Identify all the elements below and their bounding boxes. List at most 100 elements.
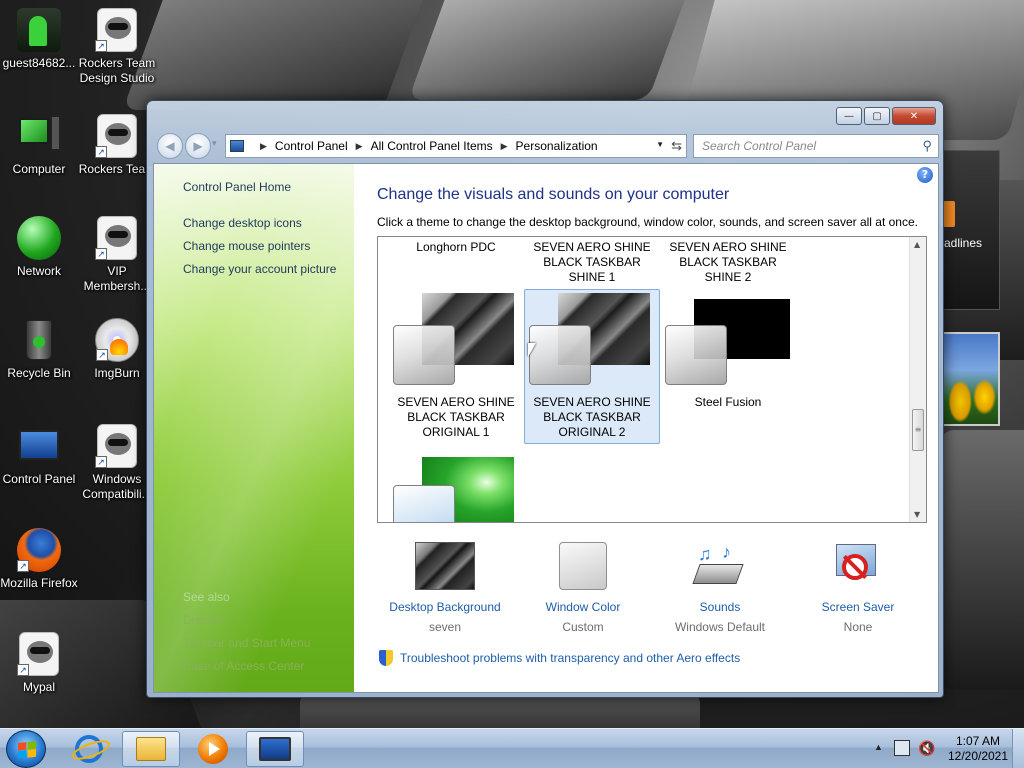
imgburn-disc-icon: ↗ bbox=[95, 318, 139, 362]
see-also-heading: See also bbox=[183, 590, 230, 604]
sounds-link[interactable]: Sounds bbox=[650, 600, 790, 614]
change-account-picture-link[interactable]: Change your account picture bbox=[183, 262, 336, 276]
desktop-icon-computer[interactable]: Computer bbox=[0, 114, 78, 177]
taskbar-start-menu-link[interactable]: Taskbar and Start Menu bbox=[183, 636, 310, 650]
gadget-label: adlines bbox=[944, 236, 983, 250]
notification-area: ▲ 🔇 1:07 AM 12/20/2021 bbox=[864, 729, 1024, 768]
recycle-bin-icon bbox=[17, 318, 61, 362]
shortcut-arrow-icon: ↗ bbox=[96, 349, 108, 361]
screen-saver-item[interactable]: Screen Saver None bbox=[788, 542, 928, 634]
theme-color-preview bbox=[393, 485, 455, 522]
screen-saver-link[interactable]: Screen Saver bbox=[788, 600, 928, 614]
breadcrumb-separator: ▶ bbox=[500, 140, 508, 151]
minimize-button[interactable]: — bbox=[836, 107, 862, 125]
address-dropdown-icon[interactable]: ▼ bbox=[656, 140, 664, 149]
raccoon-shortcut-icon: ↗ bbox=[95, 424, 139, 468]
shortcut-arrow-icon: ↗ bbox=[95, 40, 107, 52]
desktop-icon-windows-compat[interactable]: ↗ Windows Compatibili... bbox=[78, 424, 156, 502]
recent-pages-dropdown[interactable]: ▾ bbox=[212, 139, 217, 149]
theme-name[interactable]: SEVEN AERO SHINE BLACK TASKBAR SHINE 1 bbox=[524, 240, 660, 285]
display-link[interactable]: Display bbox=[183, 613, 222, 627]
network-status-icon[interactable] bbox=[894, 740, 910, 756]
desktop-icon-label: Network bbox=[16, 264, 61, 278]
desktop-background-link[interactable]: Desktop Background bbox=[375, 600, 515, 614]
window-color-item[interactable]: Window Color Custom bbox=[513, 542, 653, 634]
desktop-icon-recycle-bin[interactable]: Recycle Bin bbox=[0, 318, 78, 381]
start-button[interactable] bbox=[6, 730, 46, 768]
window-color-link[interactable]: Window Color bbox=[513, 600, 653, 614]
desktop-icon-vip[interactable]: ↗ VIP Membersh... bbox=[78, 216, 156, 294]
window-color-value: Custom bbox=[562, 620, 604, 634]
forward-button[interactable]: ▶ bbox=[185, 133, 211, 159]
desktop-icon-control-panel[interactable]: Control Panel bbox=[0, 424, 78, 487]
theme-tile[interactable] bbox=[388, 455, 524, 522]
close-button[interactable]: ✕ bbox=[892, 107, 936, 125]
refresh-icon[interactable]: ⇆ bbox=[671, 138, 682, 154]
theme-tile[interactable]: Steel Fusion bbox=[660, 289, 796, 444]
help-icon[interactable]: ? bbox=[917, 167, 933, 183]
desktop-icon-network[interactable]: Network bbox=[0, 216, 78, 279]
theme-tile-selected[interactable]: SEVEN AERO SHINE BLACK TASKBAR ORIGINAL … bbox=[524, 289, 660, 444]
desktop-background-item[interactable]: Desktop Background seven bbox=[375, 542, 515, 634]
theme-list: Longhorn PDC SEVEN AERO SHINE BLACK TASK… bbox=[377, 236, 927, 523]
search-icon[interactable]: ⚲ bbox=[922, 138, 932, 154]
breadcrumb-control-panel[interactable]: Control Panel bbox=[275, 139, 348, 153]
breadcrumb-personalization[interactable]: Personalization bbox=[516, 139, 598, 153]
headlines-gadget[interactable]: adlines bbox=[940, 150, 1000, 310]
slideshow-gadget[interactable] bbox=[942, 332, 1000, 426]
scroll-up-icon[interactable]: ▲ bbox=[914, 240, 920, 249]
internet-explorer-icon bbox=[75, 735, 103, 763]
ease-of-access-link[interactable]: Ease of Access Center bbox=[183, 659, 304, 673]
desktop-icon-user[interactable]: guest84682... bbox=[0, 8, 78, 71]
network-globe-icon bbox=[17, 216, 61, 260]
computer-icon bbox=[17, 114, 61, 158]
breadcrumb-separator: ▶ bbox=[355, 140, 363, 151]
mouse-cursor-icon bbox=[528, 343, 536, 357]
desktop-icon-firefox[interactable]: ↗ Mozilla Firefox bbox=[0, 528, 78, 591]
firefox-icon: ↗ bbox=[17, 528, 61, 572]
desktop-icon-label: Mozilla Firefox bbox=[0, 576, 78, 590]
sounds-keyboard-music-icon: ♫ ♪ bbox=[690, 542, 750, 590]
theme-name[interactable]: SEVEN AERO SHINE BLACK TASKBAR SHINE 2 bbox=[660, 240, 796, 285]
change-desktop-icons-link[interactable]: Change desktop icons bbox=[183, 216, 302, 230]
sounds-value: Windows Default bbox=[674, 620, 766, 634]
theme-tile[interactable]: SEVEN AERO SHINE BLACK TASKBAR ORIGINAL … bbox=[388, 289, 524, 444]
sounds-item[interactable]: ♫ ♪ Sounds Windows Default bbox=[650, 542, 790, 634]
show-hidden-icons-icon[interactable]: ▲ bbox=[874, 742, 883, 752]
theme-name: SEVEN AERO SHINE BLACK TASKBAR ORIGINAL … bbox=[533, 395, 651, 439]
taskbar-control-panel[interactable] bbox=[246, 731, 304, 767]
troubleshoot-link[interactable]: Troubleshoot problems with transparency … bbox=[379, 650, 740, 666]
address-bar[interactable]: ▶ Control Panel ▶ All Control Panel Item… bbox=[225, 134, 687, 158]
desktop-icon-rockers-design[interactable]: ↗ Rockers Team Design Studio bbox=[78, 8, 156, 86]
screen-saver-icon bbox=[828, 542, 888, 590]
breadcrumb-separator: ▶ bbox=[260, 140, 267, 151]
taskbar-windows-explorer[interactable] bbox=[122, 731, 180, 767]
theme-name[interactable]: Longhorn PDC bbox=[388, 240, 524, 255]
desktop-icon-imgburn[interactable]: ↗ ImgBurn bbox=[78, 318, 156, 381]
taskbar-media-player[interactable] bbox=[184, 731, 242, 767]
volume-muted-icon[interactable]: 🔇 bbox=[918, 740, 935, 757]
control-panel-home-link[interactable]: Control Panel Home bbox=[183, 180, 291, 194]
shortcut-arrow-icon: ↗ bbox=[95, 456, 107, 468]
folder-icon bbox=[136, 737, 166, 761]
system-clock[interactable]: 1:07 AM 12/20/2021 bbox=[946, 734, 1010, 764]
scroll-down-icon[interactable]: ▼ bbox=[914, 510, 920, 519]
window-content: Control Panel Home Change desktop icons … bbox=[153, 163, 939, 693]
search-input[interactable]: Search Control Panel ⚲ bbox=[693, 134, 939, 158]
mypal-raccoon-icon: ↗ bbox=[17, 632, 61, 676]
screen-saver-value: None bbox=[843, 620, 873, 634]
desktop-icon-mypal[interactable]: ↗ Mypal bbox=[0, 632, 78, 695]
maximize-button[interactable]: ▢ bbox=[864, 107, 890, 125]
scrollbar-thumb[interactable]: ≡ bbox=[912, 409, 924, 451]
clock-time: 1:07 AM bbox=[955, 734, 1001, 748]
theme-list-scrollbar[interactable]: ▲ ≡ ▼ bbox=[909, 237, 926, 522]
breadcrumb-all-items[interactable]: All Control Panel Items bbox=[371, 139, 493, 153]
taskbar-internet-explorer[interactable] bbox=[60, 731, 118, 767]
show-desktop-button[interactable] bbox=[1012, 729, 1024, 768]
shield-icon bbox=[379, 650, 393, 666]
shortcut-arrow-icon: ↗ bbox=[95, 146, 107, 158]
back-button[interactable]: ◀ bbox=[157, 133, 183, 159]
desktop-icon-label: Windows Compatibili... bbox=[82, 472, 152, 501]
change-mouse-pointers-link[interactable]: Change mouse pointers bbox=[183, 239, 310, 253]
desktop-icon-rockers-team[interactable]: ↗ Rockers Team bbox=[78, 114, 156, 177]
